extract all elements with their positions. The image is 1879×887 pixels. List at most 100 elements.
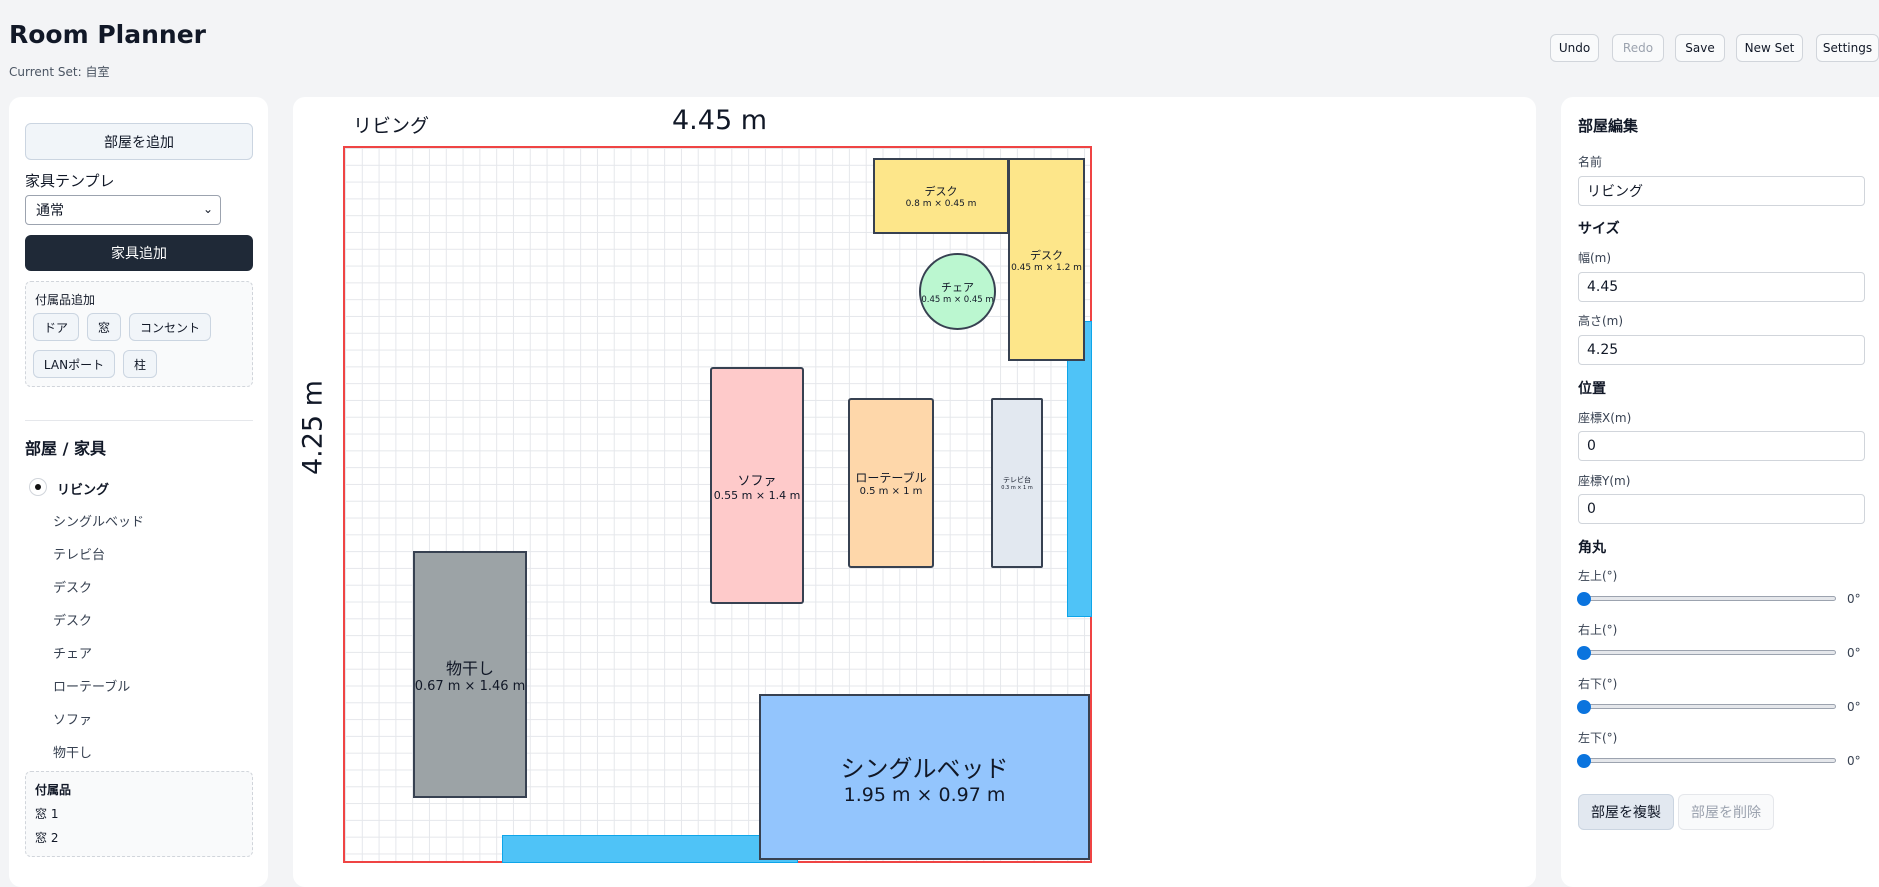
tree-accessory-item[interactable]: 窓 1 [35,805,58,822]
corner-top-right-slider[interactable] [1580,650,1836,655]
tree-item-sofa[interactable]: ソファ [53,709,92,728]
left-sidebar: 部屋を追加 家具テンプレ 通常 ⌄ 家具追加 付属品追加 ドア 窓 コンセント … [9,97,268,887]
y-field-label: 座標Y(m) [1578,474,1631,488]
add-accessory-box: 付属品追加 ドア 窓 コンセント LANポート 柱 [25,281,253,387]
duplicate-room-button[interactable]: 部屋を複製 [1578,794,1674,830]
tree-accessory-item[interactable]: 窓 2 [35,829,58,846]
furniture-size: 0.55 m × 1.4 m [713,488,801,502]
tree-item-chair[interactable]: チェア [53,643,92,662]
floor-plan-canvas[interactable]: リビング 4.45 m 4.25 m デスク 0.8 m × 0.45 m デス… [293,97,1536,887]
divider [25,420,253,421]
corner-bottom-left-label: 左下(°) [1578,731,1618,745]
position-section-title: 位置 [1578,381,1606,397]
room-select-radio[interactable] [29,478,47,496]
new-set-button[interactable]: New Set [1736,34,1803,62]
window-accessory[interactable] [502,835,798,863]
corner-top-right-value: 0° [1847,646,1861,660]
undo-button[interactable]: Undo [1550,34,1599,62]
room-name-label: リビング [353,115,430,137]
height-input[interactable]: 4.25 [1578,335,1865,365]
delete-room-button[interactable]: 部屋を削除 [1678,794,1774,830]
app-title: Room Planner [9,20,206,49]
furniture-size: 0.45 m × 0.45 m [921,294,994,305]
slider-thumb[interactable] [1577,592,1591,606]
chevron-down-icon: ⌄ [202,202,213,216]
corner-bottom-right-label: 右下(°) [1578,677,1618,691]
furniture-size: 0.8 m × 0.45 m [905,199,977,209]
save-button[interactable]: Save [1675,34,1725,62]
add-lan-port-button[interactable]: LANポート [33,350,115,378]
furniture-name: ソファ [737,473,777,489]
furniture-size: 0.45 m × 1.2 m [1011,262,1082,273]
add-door-button[interactable]: ドア [33,313,79,341]
furniture-sofa[interactable]: ソファ 0.55 m × 1.4 m [710,367,804,604]
width-field-label: 幅(m) [1578,251,1612,265]
furniture-name: シングルベッド [840,754,1009,783]
room-height-label: 4.25 m [297,380,329,476]
furniture-name: デスク [924,185,958,198]
room-edit-title: 部屋編集 [1578,117,1639,135]
tree-item-desk[interactable]: デスク [53,577,92,596]
width-input[interactable]: 4.45 [1578,272,1865,302]
radio-selected-dot [35,484,41,490]
add-outlet-button[interactable]: コンセント [129,313,211,341]
furniture-desk[interactable]: デスク 0.8 m × 0.45 m [873,158,1009,234]
size-section-title: サイズ [1578,221,1620,237]
corner-top-left-slider[interactable] [1580,596,1836,601]
furniture-size: 0.5 m × 1 m [859,486,923,497]
tree-item-desk[interactable]: デスク [53,610,92,629]
tree-room-item[interactable]: リビング [57,479,109,498]
add-room-button[interactable]: 部屋を追加 [25,123,253,160]
furniture-size: 0.67 m × 1.46 m [414,679,526,694]
furniture-size: 1.95 m × 0.97 m [843,783,1006,806]
furniture-desk[interactable]: デスク 0.45 m × 1.2 m [1008,158,1085,361]
furniture-name: ローテーブル [855,471,927,485]
furniture-chair[interactable]: チェア 0.45 m × 0.45 m [919,253,996,330]
furniture-tv-stand[interactable]: テレビ台 0.3 m × 1 m [991,398,1043,568]
corner-section-title: 角丸 [1578,540,1606,556]
x-field-label: 座標X(m) [1578,411,1632,425]
tree-title: 部屋 / 家具 [25,439,106,458]
corner-bottom-right-slider[interactable] [1580,704,1836,709]
slider-thumb[interactable] [1577,646,1591,660]
corner-bottom-left-value: 0° [1847,754,1861,768]
add-window-button[interactable]: 窓 [87,313,121,341]
x-input[interactable]: 0 [1578,431,1865,461]
room-edit-panel: 部屋編集 名前 リビング サイズ 幅(m) 4.45 高さ(m) 4.25 位置… [1561,97,1879,887]
corner-bottom-left-slider[interactable] [1580,758,1836,763]
current-set-label: Current Set: 自室 [9,65,110,79]
window-accessory[interactable] [1067,321,1092,617]
height-field-label: 高さ(m) [1578,314,1624,328]
furniture-low-table[interactable]: ローテーブル 0.5 m × 1 m [848,398,934,568]
room-area[interactable]: デスク 0.8 m × 0.45 m デスク 0.45 m × 1.2 m チェ… [343,146,1092,863]
tree-item-low-table[interactable]: ローテーブル [53,676,130,695]
room-name-input[interactable]: リビング [1578,176,1865,206]
furniture-name: チェア [941,280,974,294]
furniture-single-bed[interactable]: シングルベッド 1.95 m × 0.97 m [759,694,1090,860]
slider-thumb[interactable] [1577,754,1591,768]
furniture-drying-rack[interactable]: 物干し 0.67 m × 1.46 m [413,551,527,798]
furniture-name: デスク [1030,248,1063,262]
corner-top-left-value: 0° [1847,592,1861,606]
furniture-size: 0.3 m × 1 m [1001,485,1033,491]
furniture-name: テレビ台 [1003,476,1031,484]
add-accessory-title: 付属品追加 [35,293,96,307]
redo-button[interactable]: Redo [1612,34,1664,62]
settings-button[interactable]: Settings [1816,34,1879,62]
furniture-template-select[interactable]: 通常 ⌄ [25,195,221,225]
tree-item-drying-rack[interactable]: 物干し [53,742,92,761]
corner-bottom-right-value: 0° [1847,700,1861,714]
furniture-name: 物干し [445,659,494,678]
slider-thumb[interactable] [1577,700,1591,714]
template-selected-value: 通常 [36,203,64,219]
tree-item-tv-stand[interactable]: テレビ台 [53,544,105,563]
furniture-template-label: 家具テンプレ [25,172,115,190]
room-name-field-label: 名前 [1578,155,1603,169]
add-pillar-button[interactable]: 柱 [123,350,157,378]
corner-top-left-label: 左上(°) [1578,569,1618,583]
tree-item-single-bed[interactable]: シングルベッド [53,511,144,530]
tree-accessory-box: 付属品 窓 1 窓 2 [25,771,253,857]
add-furniture-button[interactable]: 家具追加 [25,235,253,271]
tree-accessory-title: 付属品 [35,783,72,797]
y-input[interactable]: 0 [1578,494,1865,524]
